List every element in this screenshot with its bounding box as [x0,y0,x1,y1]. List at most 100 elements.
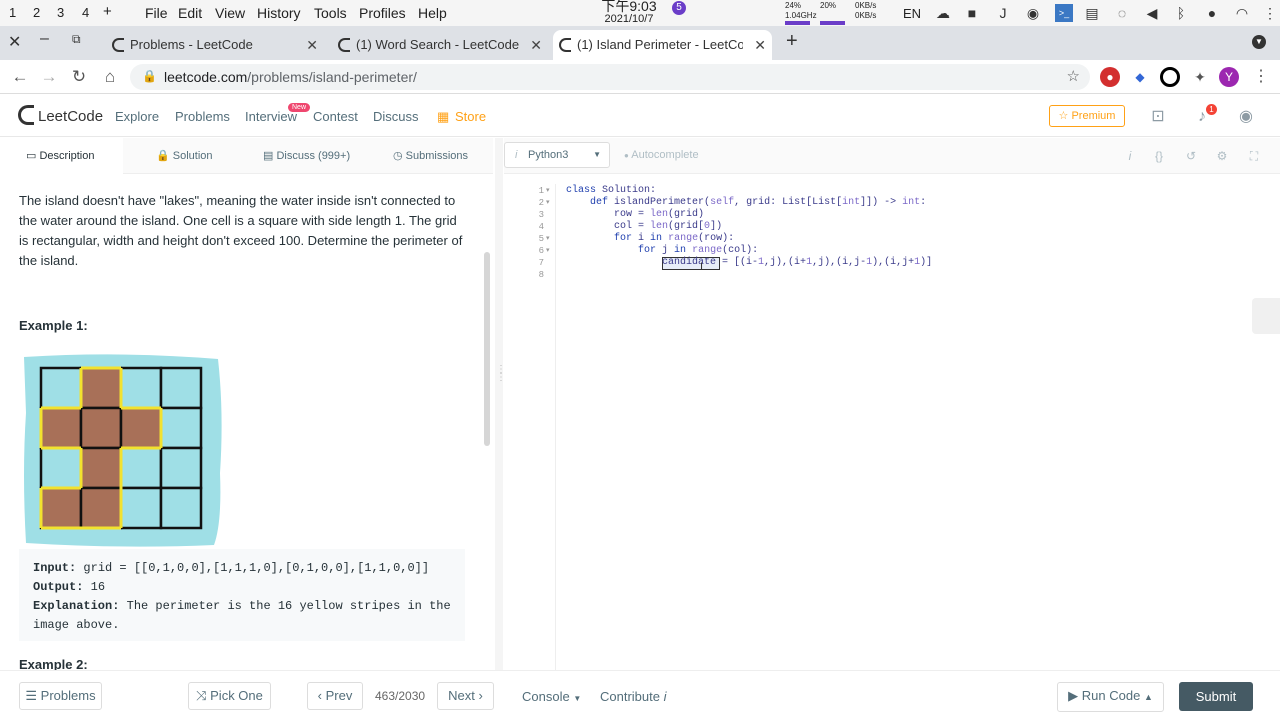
tab-discuss[interactable]: ▤ Discuss (999+) [263,138,350,174]
tab-close-icon[interactable]: ✕ [306,30,318,60]
menu-edit[interactable]: Edit [178,5,202,21]
playground-icon[interactable]: ⊡ [1148,107,1168,127]
terminal-icon[interactable]: >_ [1055,4,1073,22]
example-1-block: Input: grid = [[0,1,0,0],[1,1,1,0],[0,1,… [19,549,465,641]
tab-close-icon[interactable]: ✕ [754,30,766,60]
leetcode-extension-icon[interactable] [1160,67,1180,87]
workspace-3[interactable]: 3 [57,5,64,20]
land-cell [79,406,123,450]
menu-view[interactable]: View [215,5,245,21]
menu-profiles[interactable]: Profiles [359,5,406,21]
workspace-4[interactable]: 4 [82,5,89,20]
lightbulb-icon[interactable]: ◌ [1113,4,1131,22]
fold-icon[interactable]: ▾ [546,198,550,206]
prev-button[interactable]: ‹ Prev [307,682,363,710]
back-icon[interactable]: ← [9,66,31,88]
profile-avatar[interactable]: Y [1219,67,1239,87]
camera-icon[interactable]: ■ [963,4,981,22]
fold-icon[interactable]: ▾ [546,186,550,194]
nav-problems[interactable]: Problems [175,109,230,124]
minimize-icon[interactable]: – [40,30,49,48]
browser-tab-problems[interactable]: Problems - LeetCode ✕ [106,30,324,60]
tab-submissions[interactable]: ◷ Submissions [393,138,468,174]
tab-solution[interactable]: 🔒 Solution [156,138,213,174]
new-tab-icon[interactable]: + [786,30,798,53]
extensions-puzzle-icon[interactable]: ✦ [1190,67,1210,87]
bookmark-star-icon[interactable]: ☆ [1067,67,1080,85]
description-scrollbar[interactable] [484,252,490,446]
workspace-2[interactable]: 2 [33,5,40,20]
omnibox[interactable]: 🔒 leetcode.com/problems/island-perimeter… [130,64,1090,90]
code-line-5[interactable]: for i in range(row): [566,233,734,245]
fold-icon[interactable]: ▾ [546,234,550,242]
cloud-icon[interactable]: ☁ [934,4,952,22]
forward-icon[interactable]: → [38,66,60,88]
nav-discuss[interactable]: Discuss [373,109,419,124]
reset-icon[interactable]: ↺ [1183,148,1199,164]
user-avatar-icon[interactable]: ◉ [1236,107,1256,127]
next-button[interactable]: Next › [437,682,494,710]
fullscreen-icon[interactable]: ⛶ [1246,148,1262,164]
notification-badge[interactable]: 5 [672,1,686,15]
graduation-extension-icon[interactable]: ◆ [1130,67,1150,87]
store-icon[interactable]: ▦ [437,109,449,125]
console-toggle[interactable]: Console ▼ [522,689,581,704]
adblock-extension-icon[interactable]: ● [1100,67,1120,87]
menu-file[interactable]: File [145,5,168,21]
code-line-1[interactable]: class Solution: [566,185,656,197]
pick-one-button[interactable]: ⤨ Pick One [188,682,271,710]
settings-icon[interactable]: ⚙ [1214,148,1230,164]
wifi-icon[interactable]: ◠ [1233,4,1251,22]
tab-description[interactable]: ▭ Description [0,138,123,174]
tab-close-icon[interactable]: ✕ [530,30,542,60]
language-select[interactable]: i Python3 ▼ [504,142,610,168]
reload-icon[interactable]: ↻ [68,66,90,88]
menu-tools[interactable]: Tools [314,5,347,21]
nav-store[interactable]: Store [455,109,486,124]
code-line-3[interactable]: row = len(grid) [566,209,704,221]
microphone-icon[interactable]: ● [1203,4,1221,22]
code-editor[interactable]: 1 ▾ 2 ▾ 3 4 5 ▾ 6 ▾ 7 8 class Solution: def … [504,175,1280,670]
problems-list-button[interactable]: ☰ Problems [19,682,102,710]
side-panel-handle[interactable] [1252,298,1280,334]
nav-contest[interactable]: Contest [313,109,358,124]
submit-button[interactable]: Submit [1179,682,1253,711]
more-icon[interactable]: ⋮ [1261,4,1279,22]
code-line-4[interactable]: col = len(grid[0]) [566,221,722,233]
restore-icon[interactable]: ⧉ [72,32,81,47]
browser-menu-icon[interactable]: ⋮ [1253,66,1269,86]
close-window-icon[interactable]: ✕ [8,32,21,52]
braces-icon[interactable]: {} [1151,148,1167,164]
volume-icon[interactable]: ◀ [1143,4,1161,22]
workspace-add[interactable]: + [103,3,112,20]
code-line-7[interactable]: candidate = [(i-1,j),(i+1,j),(i,j-1),(i,… [566,257,932,269]
workspace-1[interactable]: 1 [9,5,16,20]
browser-tab-word-search[interactable]: (1) Word Search - LeetCode ✕ [332,30,548,60]
panel-splitter[interactable]: ⋮ ⋮ [495,138,506,670]
premium-button[interactable]: ☆ Premium [1049,105,1125,127]
fold-icon[interactable]: ▾ [546,246,550,254]
clipboard-icon[interactable]: ▤ [1083,4,1101,22]
bluetooth-icon[interactable]: ᛒ [1172,4,1190,22]
autocomplete-toggle[interactable]: ● Autocomplete [624,149,699,161]
lock-icon[interactable]: 🔒 [142,69,157,83]
run-code-button[interactable]: ▶ Run Code ▲ [1057,682,1164,712]
menu-help[interactable]: Help [418,5,447,21]
input-language[interactable]: EN [903,6,921,21]
menu-history[interactable]: History [257,5,301,21]
leetcode-logo-icon[interactable] [18,105,34,125]
browser-tab-island-perimeter[interactable]: (1) Island Perimeter - LeetCod ✕ [553,30,772,60]
url-text[interactable]: leetcode.com/problems/island-perimeter/ [164,69,417,85]
clock[interactable]: 下午9:03 2021/10/7 [596,0,662,26]
code-line-6[interactable]: for j in range(col): [566,245,758,257]
code-line-2[interactable]: def islandPerimeter(self, grid: List[Lis… [566,197,926,209]
info-icon[interactable]: i [1122,148,1138,164]
tab-search-icon[interactable]: ▼ [1252,35,1266,49]
contribute-link[interactable]: Contribute i [600,689,667,704]
home-icon[interactable]: ⌂ [99,66,121,88]
j-app-icon[interactable]: J [994,4,1012,22]
nav-explore[interactable]: Explore [115,109,159,124]
code-line-8[interactable] [566,269,572,281]
leetcode-logo-text[interactable]: LeetCode [38,108,103,125]
vpn-icon[interactable]: ◉ [1024,4,1042,22]
